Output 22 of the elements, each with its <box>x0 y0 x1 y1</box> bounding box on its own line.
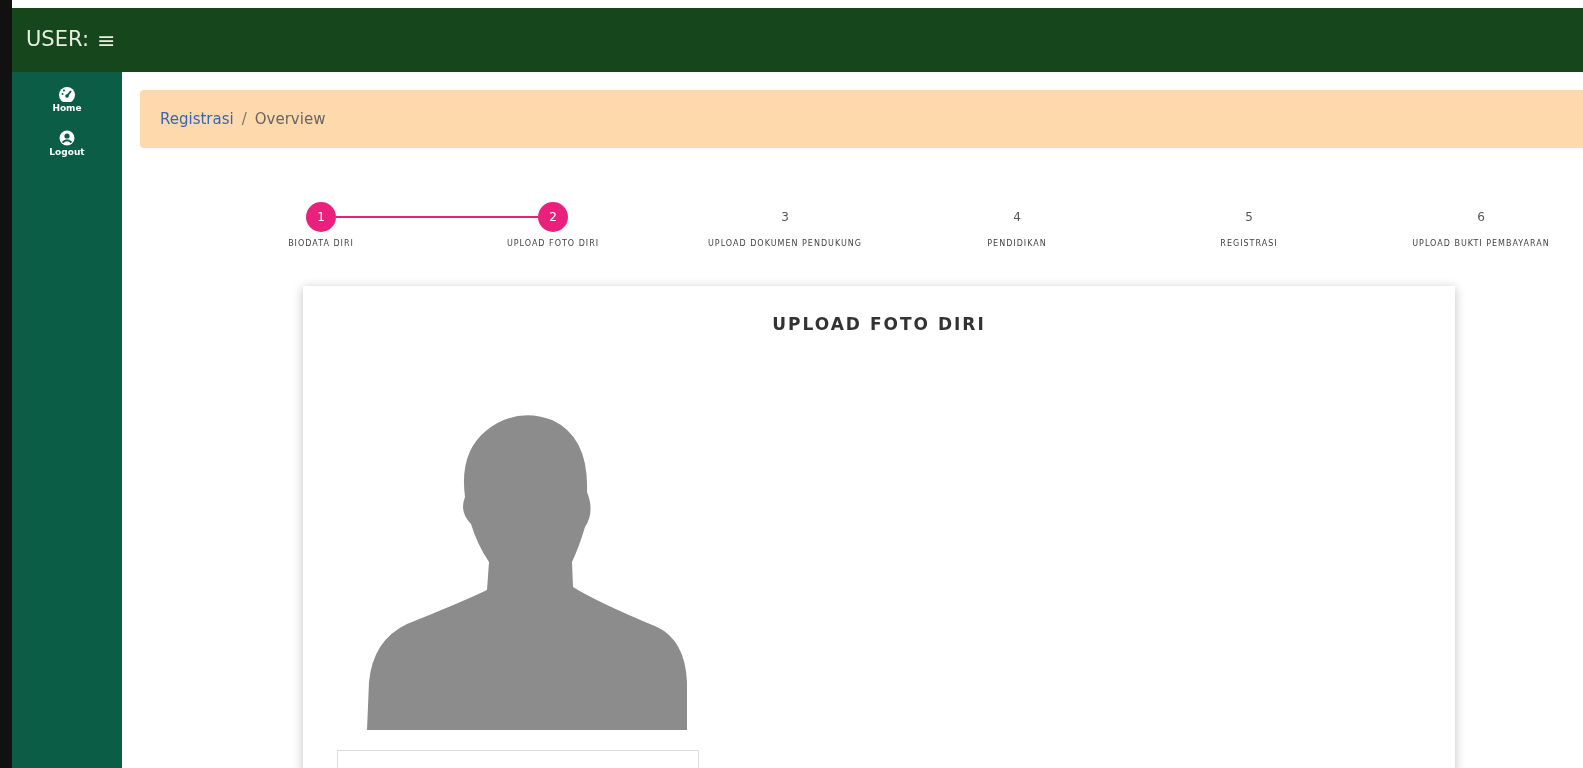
breadcrumb-link[interactable]: Registrasi <box>160 107 234 131</box>
step-label: REGISTRASI <box>1220 238 1278 250</box>
dashboard-icon <box>58 86 76 102</box>
step-number: 5 <box>1244 209 1254 226</box>
breadcrumb-current: Overview <box>254 108 326 130</box>
card-title: UPLOAD FOTO DIRI <box>771 313 987 336</box>
sidebar-item[interactable]: Logout <box>12 129 122 159</box>
user-icon <box>59 129 75 146</box>
step-label: UPLOAD DOKUMEN PENDUKUNG <box>708 238 862 250</box>
step-circle: 2 <box>538 202 568 232</box>
step-label: UPLOAD FOTO DIRI <box>506 238 600 250</box>
menu-button[interactable]: ≡ <box>97 23 116 57</box>
app-title: USER: <box>26 26 89 54</box>
step-circle: 1 <box>306 202 336 232</box>
step-label: UPLOAD BUKTI PEMBAYARAN <box>1412 238 1550 250</box>
step-number: 4 <box>1012 209 1022 226</box>
step-number: 6 <box>1476 209 1486 226</box>
step-label: BIODATA DIRI <box>288 238 354 250</box>
step-label: PENDIDIKAN <box>987 238 1047 250</box>
step-number: 3 <box>780 209 790 226</box>
breadcrumb-separator: / <box>241 108 247 130</box>
sidebar-item[interactable]: Home <box>12 86 122 116</box>
